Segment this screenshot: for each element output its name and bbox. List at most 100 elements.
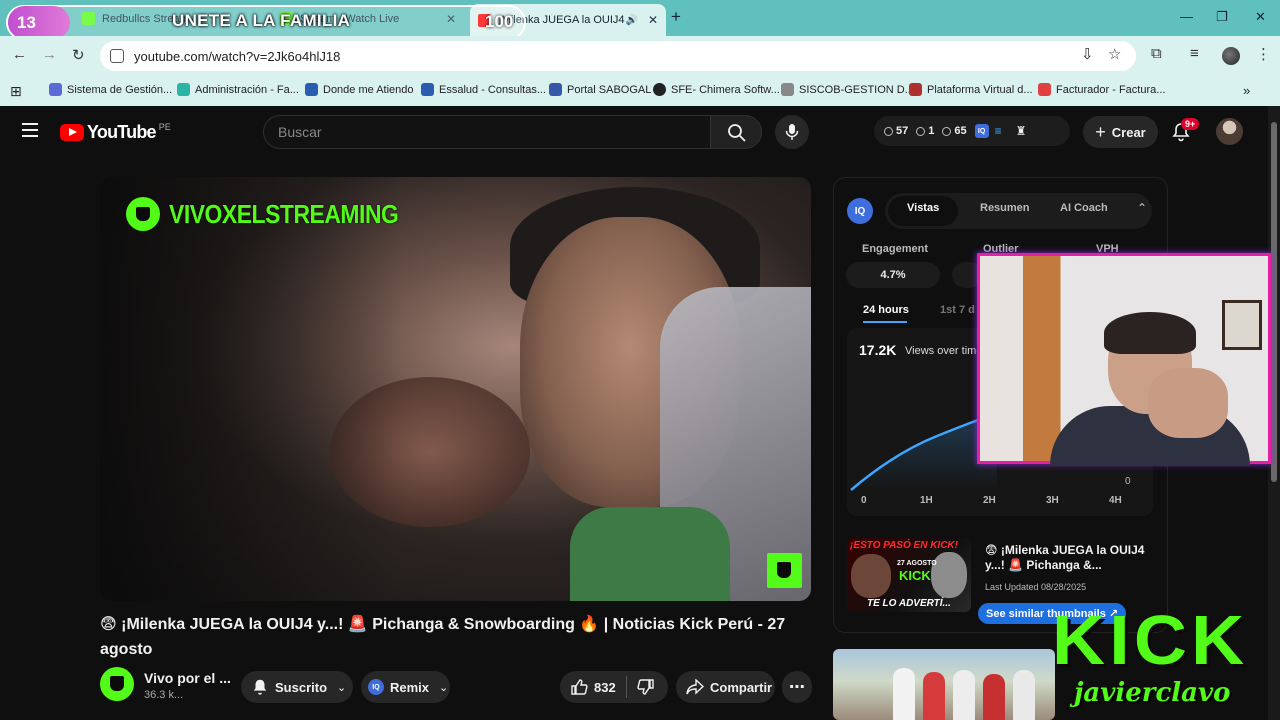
- apps-grid-icon[interactable]: ⊞: [10, 83, 22, 100]
- subscribed-button[interactable]: Suscrito ⌄: [241, 671, 353, 703]
- x-tick-2h: 2H: [983, 495, 996, 506]
- remix-button[interactable]: IQ Remix ⌄: [361, 671, 450, 703]
- vidiq-logo-icon[interactable]: IQ: [847, 198, 873, 224]
- bookmark-star-icon[interactable]: ☆: [1108, 45, 1121, 63]
- voice-search-button[interactable]: [775, 115, 809, 149]
- bookmark-label: Donde me Atiendo: [323, 83, 414, 96]
- back-arrow-icon[interactable]: ←: [12, 46, 27, 63]
- stat-value: 65: [954, 125, 967, 137]
- list-icon[interactable]: ≡: [995, 124, 1002, 138]
- reload-icon[interactable]: ↻: [72, 46, 85, 64]
- channel-name[interactable]: Vivo por el ...: [144, 670, 231, 686]
- media-control-icon[interactable]: ≡: [1190, 45, 1199, 62]
- video-frame-shirt: [570, 507, 730, 601]
- create-button[interactable]: + Crear: [1083, 116, 1158, 148]
- next-video-thumbnail[interactable]: [833, 649, 1055, 720]
- subtab-24-hours[interactable]: 24 hours: [863, 304, 909, 316]
- youtube-play-icon: [60, 124, 84, 141]
- bookmark-7[interactable]: SISCOB-GESTION D...: [781, 83, 914, 96]
- bookmark-4[interactable]: Essalud - Consultas...: [421, 83, 546, 96]
- bookmark-favicon-icon: [909, 83, 922, 96]
- stat-value: 57: [896, 125, 909, 137]
- site-info-icon[interactable]: [110, 49, 124, 63]
- vidiq-icon: IQ: [368, 679, 384, 695]
- related-video-updated: Last Updated 08/28/2025: [985, 582, 1087, 592]
- thumbs-down-icon[interactable]: [637, 678, 655, 696]
- youtube-logo[interactable]: YouTube PE: [60, 122, 171, 143]
- bookmark-label: SISCOB-GESTION D...: [799, 83, 914, 96]
- extensions-puzzle-icon[interactable]: ⧉: [1151, 45, 1162, 62]
- like-count: 832: [594, 679, 616, 695]
- eye-icon: [942, 126, 952, 136]
- video-title: 😨 ¡Milenka JUEGA la OUIJ4 y...! 🚨 Pichan…: [100, 616, 786, 658]
- restore-icon[interactable]: ❐: [1216, 9, 1228, 25]
- bookmark-5[interactable]: Portal SABOGAL: [549, 83, 651, 96]
- bookmark-label: Plataforma Virtual d...: [927, 83, 1033, 96]
- x-tick-1h: 1H: [920, 495, 933, 506]
- bookmark-favicon-icon: [421, 83, 434, 96]
- metric-engagement-label: Engagement: [862, 243, 929, 255]
- share-button[interactable]: Compartir: [676, 671, 775, 703]
- thumbnail-face-left: [851, 554, 891, 598]
- channel-watermark-text: VIVOXELSTREAMING: [169, 199, 399, 229]
- window-close-icon[interactable]: ✕: [1255, 9, 1266, 25]
- x-tick-0: 0: [861, 495, 867, 506]
- more-actions-button[interactable]: ⋯: [782, 671, 812, 703]
- audio-playing-icon[interactable]: 🔊: [626, 15, 638, 26]
- related-video-title[interactable]: 😨 ¡Milenka JUEGA la OUIJ4 y...! 🚨 Pichan…: [985, 543, 1157, 573]
- tab-ai-coach[interactable]: AI Coach: [1060, 202, 1108, 214]
- plus-icon: +: [1095, 121, 1106, 142]
- bookmark-9[interactable]: Facturador - Factura...: [1038, 83, 1165, 96]
- tab-resumen[interactable]: Resumen: [980, 202, 1030, 214]
- channel-avatar[interactable]: [100, 667, 134, 701]
- scrollbar-thumb[interactable]: [1271, 122, 1277, 482]
- stat-value: 1: [928, 125, 935, 137]
- search-input[interactable]: Buscar: [263, 115, 710, 149]
- trophy-icon[interactable]: ♜: [1016, 124, 1027, 138]
- collapse-chevron-up-icon[interactable]: ⌃: [1137, 201, 1147, 215]
- bookmark-2[interactable]: Administración - Fa...: [177, 83, 299, 96]
- thumbnail-kick: KICK: [899, 568, 931, 583]
- webcam-hand: [1148, 368, 1228, 438]
- thumbnail-person: [983, 674, 1005, 720]
- related-video-thumbnail[interactable]: ¡ESTO PASÓ EN KICK! 27 AGOSTO KICK TE LO…: [847, 538, 971, 612]
- video-player[interactable]: VIVOXELSTREAMING: [100, 177, 811, 601]
- bookmark-favicon-icon: [305, 83, 318, 96]
- browser-menu-icon[interactable]: ⋮: [1256, 45, 1271, 63]
- address-bar[interactable]: youtube.com/watch?v=2Jk6o4hlJ18: [100, 41, 1136, 71]
- bookmark-6[interactable]: SFE- Chimera Softw...: [653, 83, 780, 96]
- notification-count-badge: 9+: [1181, 118, 1200, 130]
- hamburger-menu-icon[interactable]: [22, 123, 38, 141]
- views-area: [851, 414, 997, 490]
- extension-stats-bar[interactable]: 57 1 65 IQ ≡ ♜: [874, 116, 1070, 146]
- create-label: Crear: [1111, 124, 1146, 140]
- bookmark-1[interactable]: Sistema de Gestión...: [49, 83, 172, 96]
- bookmark-label: Portal SABOGAL: [567, 83, 652, 96]
- install-app-icon[interactable]: ⇩: [1081, 45, 1094, 63]
- tab-vistas[interactable]: Vistas: [907, 202, 939, 214]
- minimize-icon[interactable]: —: [1180, 9, 1193, 24]
- like-dislike-group: 832: [560, 671, 668, 703]
- like-button[interactable]: 832: [570, 678, 616, 696]
- search-button[interactable]: [710, 115, 762, 149]
- bookmark-favicon-icon: [781, 83, 794, 96]
- bookmark-3[interactable]: Donde me Atiendo: [305, 83, 414, 96]
- bookmark-favicon-icon: [49, 83, 62, 96]
- follow-goal-target: 100: [485, 12, 514, 31]
- vidiq-icon[interactable]: IQ: [974, 124, 989, 138]
- subtab-first-7-days[interactable]: 1st 7 d: [940, 304, 975, 316]
- thumbnail-face-right: [931, 552, 967, 598]
- account-avatar[interactable]: [1216, 118, 1243, 145]
- eye-icon: [916, 126, 926, 136]
- metric-engagement-value: 4.7%: [846, 262, 940, 288]
- bookmark-8[interactable]: Plataforma Virtual d...: [909, 83, 1033, 96]
- new-tab-plus-icon[interactable]: +: [671, 7, 681, 27]
- follow-goal-count: 13: [8, 6, 70, 39]
- profile-avatar[interactable]: [1222, 47, 1240, 65]
- subtab-underline: [863, 321, 907, 323]
- tab-3-close-icon[interactable]: ✕: [648, 13, 658, 27]
- more-bookmarks-chevron-icon[interactable]: »: [1243, 83, 1250, 98]
- subscribed-label: Suscrito: [275, 679, 328, 695]
- bookmark-favicon-icon: [1038, 83, 1051, 96]
- forward-arrow-icon[interactable]: →: [42, 46, 57, 63]
